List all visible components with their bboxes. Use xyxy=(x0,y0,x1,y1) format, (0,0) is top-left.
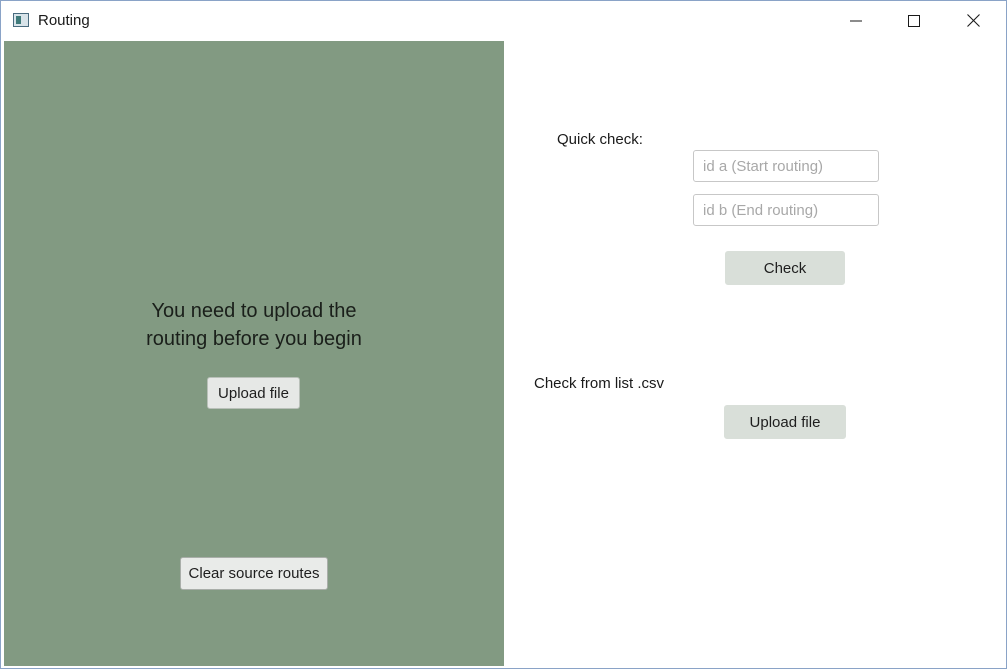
check-button[interactable]: Check xyxy=(725,251,845,285)
upload-prompt-message: You need to upload the routing before yo… xyxy=(4,297,504,353)
upload-prompt-line2: routing before you begin xyxy=(146,328,362,350)
upload-csv-button[interactable]: Upload file xyxy=(724,405,846,439)
upload-prompt-line1: You need to upload the xyxy=(151,300,357,322)
app-icon xyxy=(13,13,29,27)
minimize-icon xyxy=(850,20,862,21)
right-panel: Quick check: Check Check from list .csv … xyxy=(504,41,1006,668)
window-title: Routing xyxy=(38,12,90,29)
app-window: Routing You need to upload the routing b… xyxy=(0,0,1007,669)
id-a-input[interactable] xyxy=(693,150,879,182)
close-icon xyxy=(966,14,980,27)
maximize-icon xyxy=(908,14,920,27)
check-from-list-label: Check from list .csv xyxy=(534,375,665,392)
minimize-button[interactable] xyxy=(827,1,885,40)
maximize-button[interactable] xyxy=(885,1,943,40)
left-panel: You need to upload the routing before yo… xyxy=(4,41,504,666)
id-b-input[interactable] xyxy=(693,194,879,226)
clear-source-routes-button[interactable]: Clear source routes xyxy=(180,557,328,590)
quick-check-label: Quick check: xyxy=(557,131,643,148)
title-bar[interactable]: Routing xyxy=(1,1,1006,40)
close-button[interactable] xyxy=(944,1,1002,40)
upload-routing-button[interactable]: Upload file xyxy=(207,377,300,409)
